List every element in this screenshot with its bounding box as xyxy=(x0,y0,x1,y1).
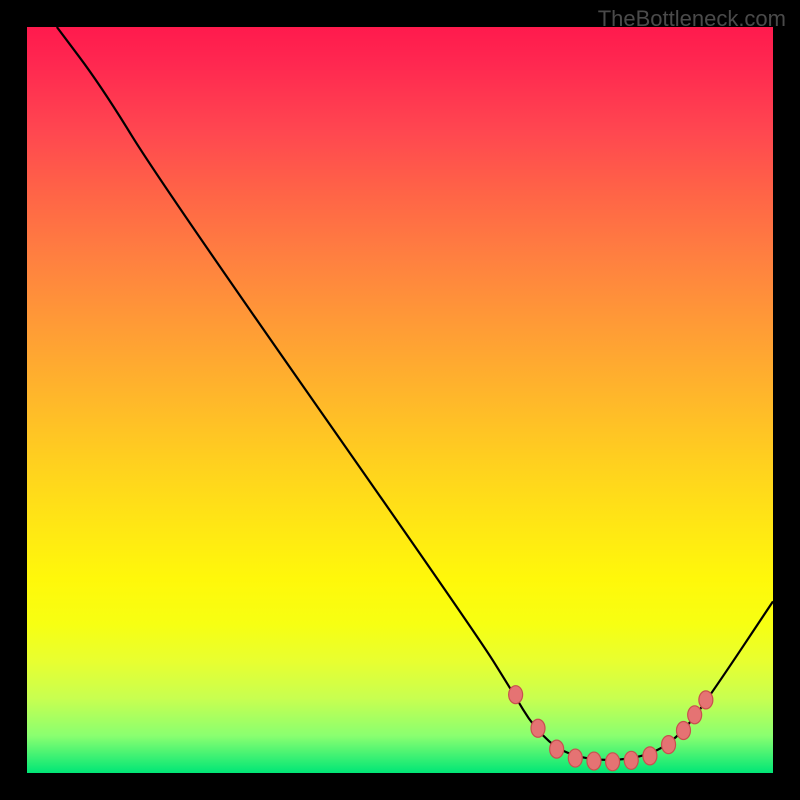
chart-svg xyxy=(27,27,773,773)
data-marker xyxy=(624,751,638,769)
data-marker xyxy=(688,706,702,724)
data-marker xyxy=(531,719,545,737)
data-marker xyxy=(606,753,620,771)
curve-line xyxy=(57,27,773,760)
data-marker xyxy=(568,749,582,767)
data-marker xyxy=(699,691,713,709)
data-marker xyxy=(550,740,564,758)
data-marker xyxy=(587,752,601,770)
plot-area xyxy=(27,27,773,773)
data-marker xyxy=(662,736,676,754)
data-marker xyxy=(509,686,523,704)
watermark-text: TheBottleneck.com xyxy=(598,6,786,32)
data-markers xyxy=(509,686,713,771)
data-marker xyxy=(643,747,657,765)
data-marker xyxy=(676,721,690,739)
